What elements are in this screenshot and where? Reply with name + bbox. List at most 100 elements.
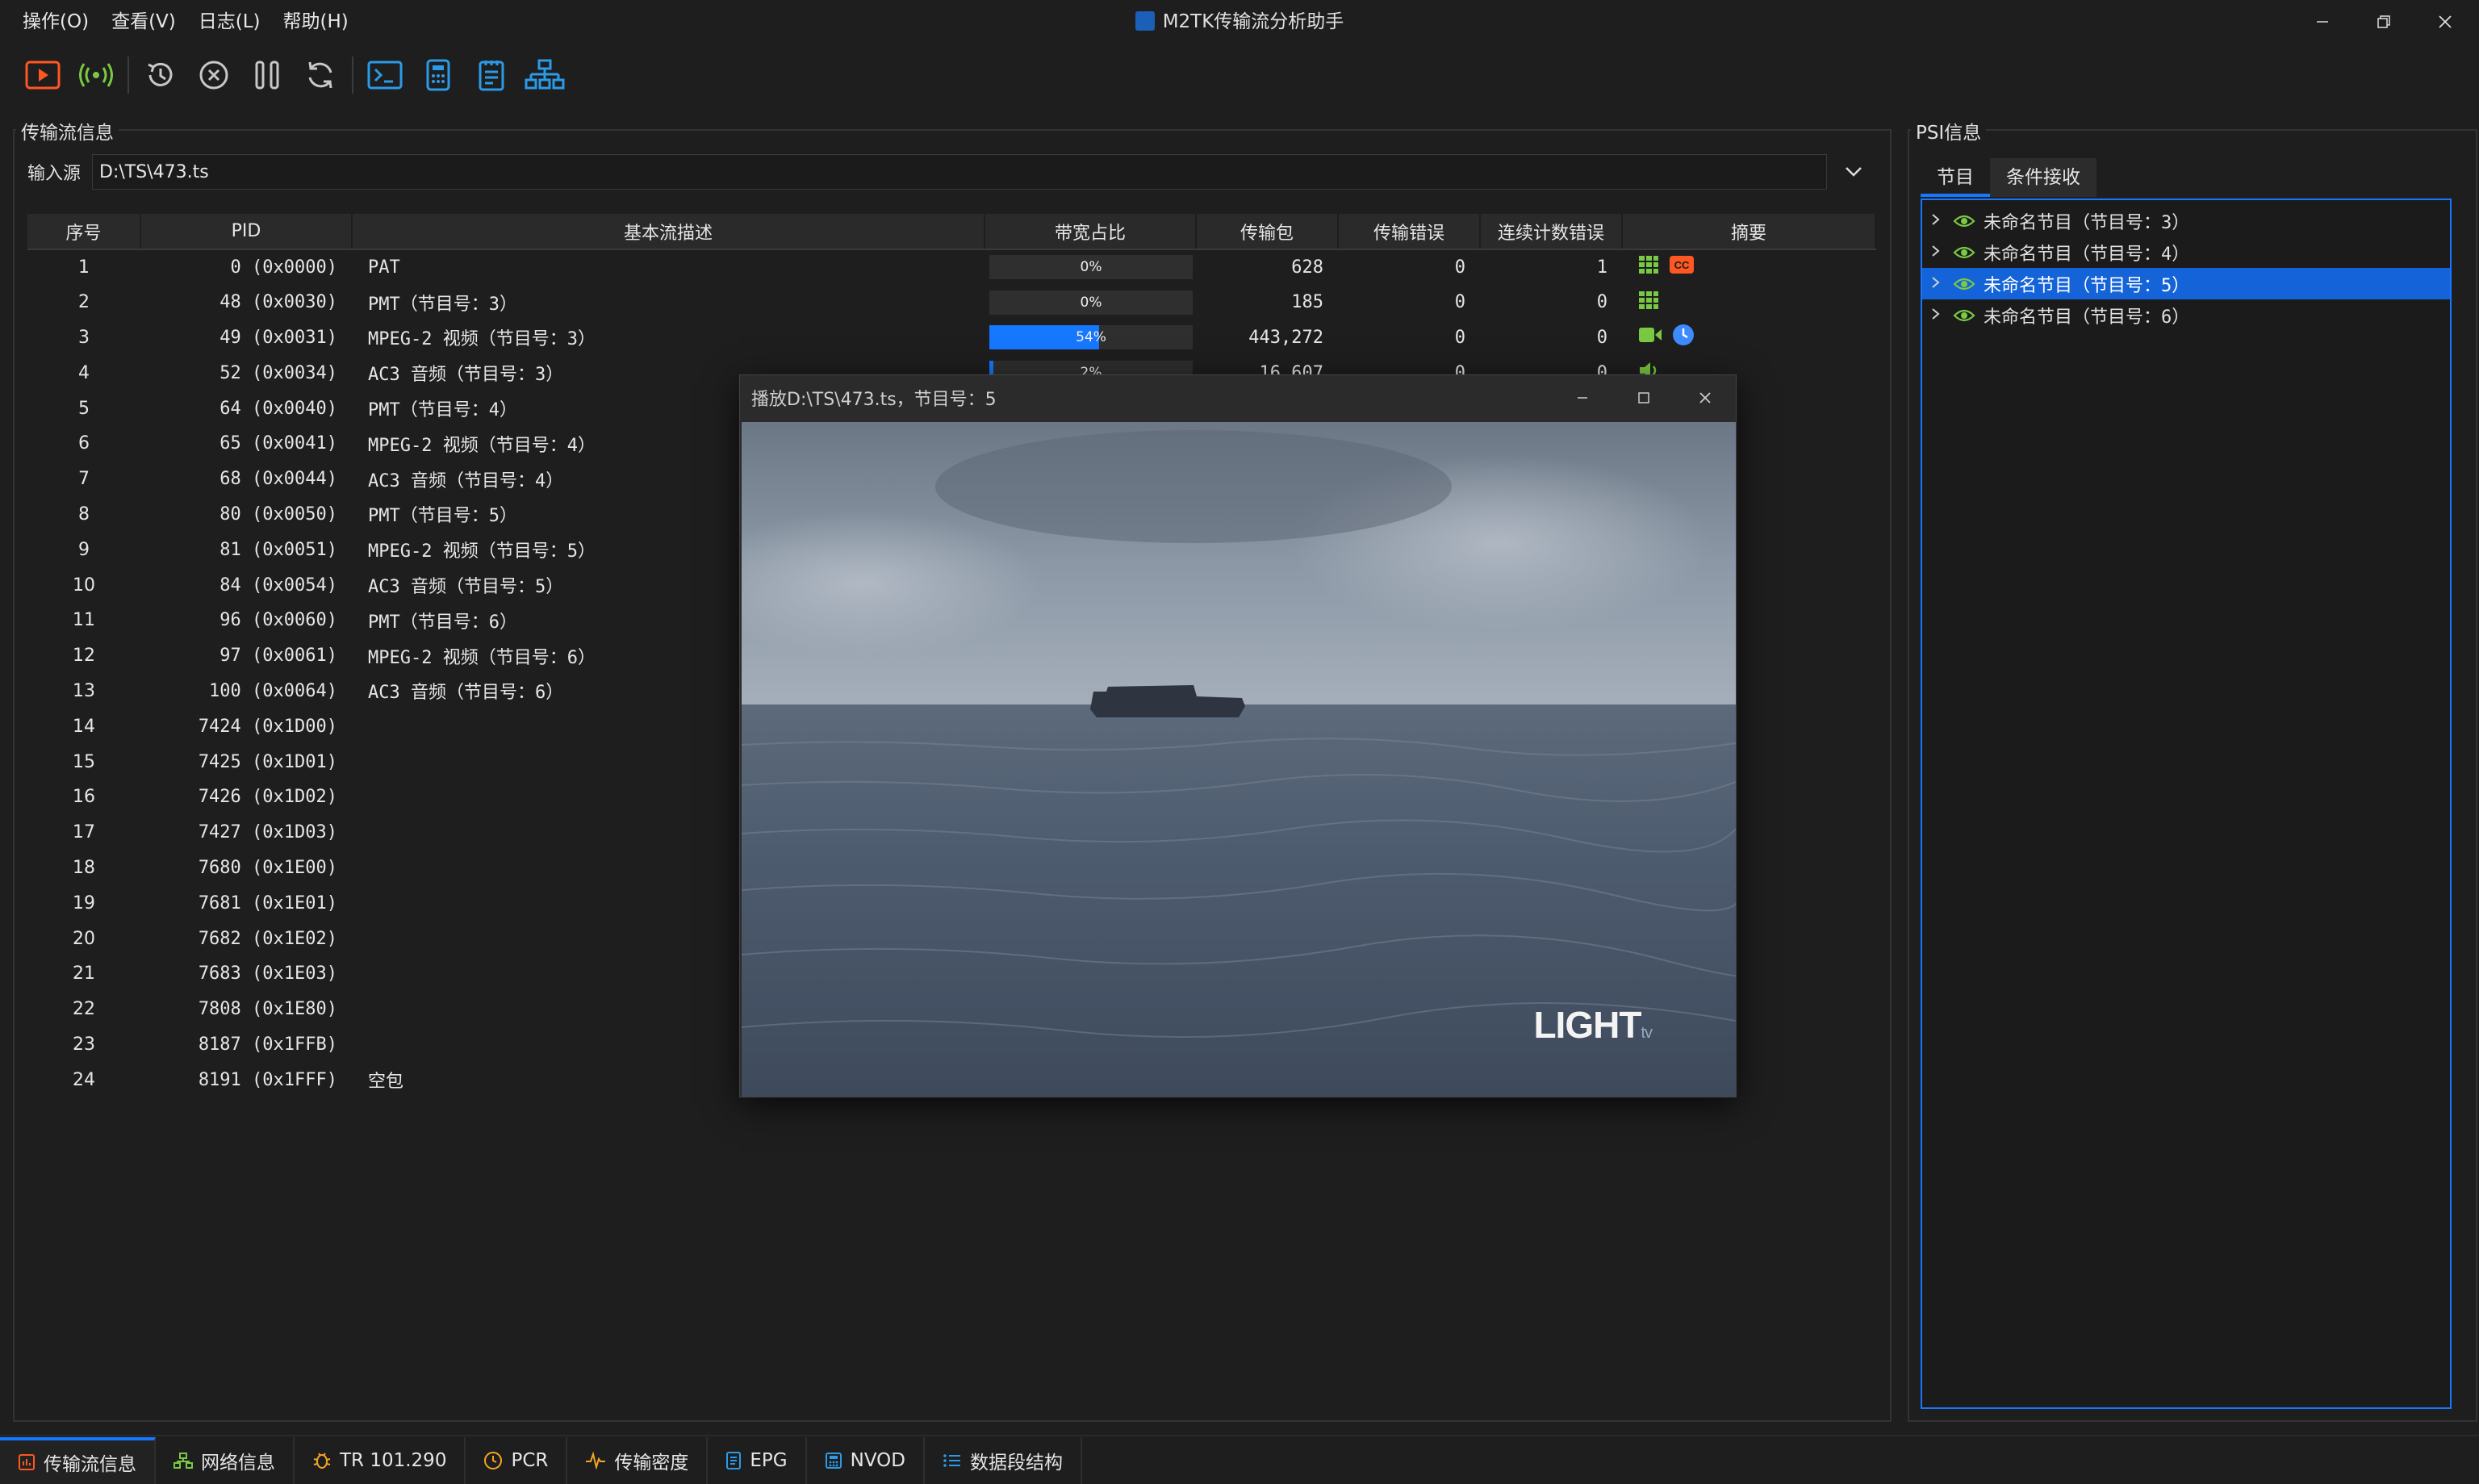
cell-pid: 48 (0x0030): [219, 292, 337, 313]
close-icon[interactable]: [2414, 0, 2476, 44]
tab-programs[interactable]: 节目: [1921, 158, 1990, 197]
bug-icon: [312, 1451, 332, 1470]
svg-text:CC: CC: [1674, 259, 1690, 271]
cell-bandwidth: 54%: [984, 320, 1196, 356]
stream-panel-title: 传输流信息: [16, 117, 119, 144]
bottom-tab-6[interactable]: NVOD: [807, 1436, 925, 1484]
hierarchy-icon[interactable]: [518, 52, 571, 98]
terminal-icon[interactable]: [358, 52, 412, 98]
eye-icon: [1953, 213, 1984, 229]
input-source-field[interactable]: D:\TS\473.ts: [92, 154, 1827, 190]
minimize-icon[interactable]: [1552, 375, 1613, 420]
bottom-tab-0[interactable]: 传输流信息: [0, 1436, 156, 1484]
program-tree-item[interactable]: 未命名节目（节目号：4）: [1922, 236, 2450, 268]
menu-log[interactable]: 日志(L): [187, 0, 272, 44]
bottom-tab-4[interactable]: 传输密度: [567, 1436, 709, 1484]
menu-operation[interactable]: 操作(O): [0, 0, 100, 44]
cell-index: 21: [73, 964, 95, 984]
eye-icon: [1953, 307, 1984, 324]
restore-icon[interactable]: [2353, 0, 2414, 44]
clock-icon: [483, 1451, 503, 1470]
video-scene-ship-at-sea: [742, 422, 1736, 1097]
bandwidth-text: 54%: [1076, 329, 1106, 346]
cell-pid: 100 (0x0064): [209, 680, 337, 701]
notes-icon[interactable]: [465, 52, 518, 98]
cell-summary: [1622, 285, 1875, 320]
bottom-tab-label: 数据段结构: [969, 1452, 1063, 1474]
tab-conditional-access[interactable]: 条件接收: [1990, 158, 2096, 197]
video-frame[interactable]: LIGHTtv: [742, 422, 1736, 1097]
cell-index: 15: [73, 751, 95, 772]
bottom-tab-label: EPG: [750, 1449, 788, 1471]
cell-transport-errors: 0: [1454, 292, 1465, 313]
network-icon: [173, 1452, 193, 1469]
chevron-right-icon[interactable]: [1930, 306, 1953, 325]
minimize-icon[interactable]: [2292, 0, 2353, 44]
table-row[interactable]: 1 0 (0x0000) PAT 0% 628 0 1 CC: [27, 249, 1875, 285]
chevron-right-icon[interactable]: [1930, 211, 1953, 231]
cell-index: 6: [78, 433, 90, 454]
cell-index: 8: [78, 504, 90, 525]
cell-index: 7: [78, 469, 90, 490]
list-icon: [943, 1452, 962, 1469]
table-row[interactable]: 2 48 (0x0030) PMT（节目号：3） 0% 185 0 0: [27, 285, 1875, 320]
bottom-tab-1[interactable]: 网络信息: [156, 1436, 295, 1484]
cell-pid: 7424 (0x1D00): [198, 716, 337, 737]
cell-index: 17: [73, 822, 95, 843]
cell-cc-errors: 1: [1596, 257, 1607, 278]
col-header-bandwidth[interactable]: 带宽占比: [984, 214, 1197, 250]
channel-logo: LIGHTtv: [1533, 1003, 1653, 1047]
maximize-icon[interactable]: [1613, 375, 1674, 420]
history-icon[interactable]: [134, 52, 187, 98]
chevron-right-icon[interactable]: [1930, 243, 1953, 262]
col-header-index[interactable]: 序号: [27, 214, 141, 250]
program-tree: 未命名节目（节目号：3） 未命名节目（节目号：4） 未命名节目（节目号：5） 未命名节…: [1921, 199, 2452, 1409]
player-title: 播放D:\TS\473.ts，节目号：5: [751, 390, 997, 410]
bottom-tab-3[interactable]: PCR: [466, 1436, 568, 1484]
stop-icon[interactable]: [187, 52, 240, 98]
pause-icon[interactable]: [240, 52, 294, 98]
program-label: 未命名节目（节目号：6）: [1984, 307, 2190, 328]
table-header: 序号 PID 基本流描述 带宽占比 传输包 传输错误 连续计数错误 摘要: [27, 214, 1876, 250]
close-icon[interactable]: [1674, 375, 1736, 420]
col-header-description[interactable]: 基本流描述: [352, 214, 985, 250]
calculator-icon[interactable]: [412, 52, 465, 98]
input-source-row: 输入源 D:\TS\473.ts: [15, 153, 1880, 190]
cell-pid: 52 (0x0034): [219, 362, 337, 383]
chevron-right-icon[interactable]: [1930, 274, 1953, 294]
cell-pid: 7425 (0x1D01): [198, 751, 337, 772]
play-record-icon[interactable]: [16, 52, 69, 98]
cell-pid: 7680 (0x1E00): [198, 857, 337, 878]
bottom-tab-7[interactable]: 数据段结构: [925, 1436, 1082, 1484]
cell-packets: 443,272: [1248, 327, 1323, 348]
cell-summary: CC: [1622, 249, 1875, 285]
cell-pid: 7683 (0x1E03): [198, 964, 337, 984]
toolbar: [16, 52, 571, 98]
chevron-down-icon[interactable]: [1827, 154, 1880, 190]
menu-help[interactable]: 帮助(H): [272, 0, 360, 44]
cell-index: 9: [78, 539, 90, 560]
cell-index: 5: [78, 398, 90, 419]
menu-view[interactable]: 查看(V): [100, 0, 187, 44]
cell-pid: 0 (0x0000): [230, 257, 337, 278]
table-row[interactable]: 3 49 (0x0031) MPEG-2 视频（节目号：3） 54% 443,272 0 0: [27, 320, 1875, 356]
program-tree-item[interactable]: 未命名节目（节目号：5）: [1922, 268, 2450, 299]
cell-pid: 96 (0x0060): [219, 610, 337, 631]
program-label: 未命名节目（节目号：4）: [1984, 244, 2190, 265]
col-header-transport-errors[interactable]: 传输错误: [1338, 214, 1481, 250]
col-header-summary[interactable]: 摘要: [1622, 214, 1876, 250]
bottom-tab-5[interactable]: EPG: [708, 1436, 807, 1484]
col-header-packets[interactable]: 传输包: [1196, 214, 1339, 250]
bottom-tab-2[interactable]: TR 101.290: [295, 1436, 466, 1484]
program-tree-item[interactable]: 未命名节目（节目号：6）: [1922, 299, 2450, 331]
col-header-pid[interactable]: PID: [140, 214, 353, 250]
channel-logo-sub: tv: [1641, 1024, 1653, 1042]
cell-pid: 49 (0x0031): [219, 327, 337, 348]
cell-index: 19: [73, 892, 95, 913]
input-source-label: 输入源: [27, 164, 82, 184]
cell-index: 12: [73, 646, 95, 667]
refresh-icon[interactable]: [294, 52, 347, 98]
broadcast-icon[interactable]: [69, 52, 123, 98]
program-tree-item[interactable]: 未命名节目（节目号：3）: [1922, 205, 2450, 236]
col-header-cc-errors[interactable]: 连续计数错误: [1480, 214, 1623, 250]
